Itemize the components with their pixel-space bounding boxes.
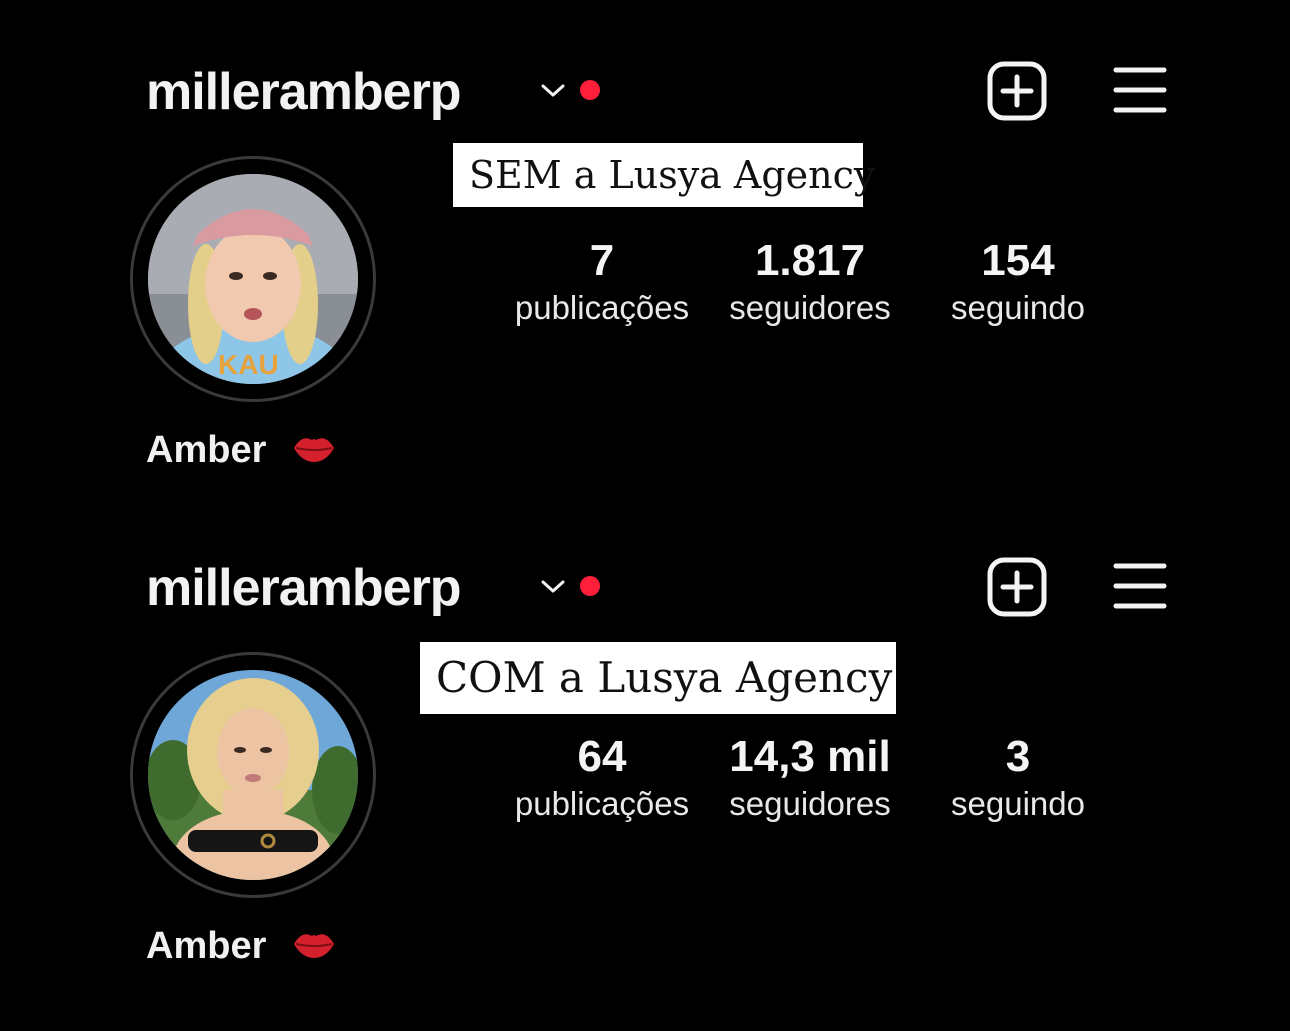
avatar-ring[interactable] [130,652,376,898]
profile-header-before: milleramberp SEM a Lusya Agency KAU 7 pu… [0,0,1290,500]
following-count: 3 [1005,732,1031,781]
comparison-caption: COM a Lusya Agency [420,642,896,714]
avatar-photo [148,670,358,880]
hamburger-menu-icon[interactable] [1112,560,1168,612]
avatar-photo: KAU [148,174,358,384]
posts-count: 7 [589,236,615,285]
display-name: Amber [146,925,267,967]
notification-dot-icon [580,576,600,596]
avatar[interactable]: KAU [148,174,358,384]
chevron-down-icon[interactable] [540,576,566,596]
posts-count: 64 [577,732,627,781]
following-count: 154 [981,236,1055,285]
followers-stat[interactable]: 14,3 mil seguidores [710,732,910,826]
notification-dot-icon [580,80,600,100]
posts-label: publicações [514,785,690,822]
posts-stat[interactable]: 7 publicações [502,236,702,330]
avatar[interactable] [148,670,358,880]
following-stat[interactable]: 3 seguindo [918,732,1118,826]
plus-square-icon[interactable] [986,60,1048,122]
following-label: seguindo [951,289,1085,326]
profile-header-after: milleramberp COM a Lusya Agency 64 publi… [0,496,1290,996]
kiss-lips-icon [294,438,334,462]
svg-text:KAU: KAU [218,349,279,380]
posts-label: publicações [514,289,690,326]
avatar-ring[interactable]: KAU [130,156,376,402]
plus-square-icon[interactable] [986,556,1048,618]
followers-label: seguidores [729,289,891,326]
username[interactable]: milleramberp [146,558,462,618]
followers-label: seguidores [729,785,891,822]
comparison-caption: SEM a Lusya Agency [453,143,875,207]
followers-count: 14,3 mil [729,732,891,781]
display-name: Amber [146,429,267,471]
hamburger-menu-icon[interactable] [1112,64,1168,116]
chevron-down-icon[interactable] [540,80,566,100]
following-label: seguindo [951,785,1085,822]
followers-count: 1.817 [754,236,866,285]
kiss-lips-icon [294,934,334,958]
following-stat[interactable]: 154 seguindo [918,236,1118,330]
username[interactable]: milleramberp [146,62,462,122]
posts-stat[interactable]: 64 publicações [502,732,702,826]
followers-stat[interactable]: 1.817 seguidores [710,236,910,330]
